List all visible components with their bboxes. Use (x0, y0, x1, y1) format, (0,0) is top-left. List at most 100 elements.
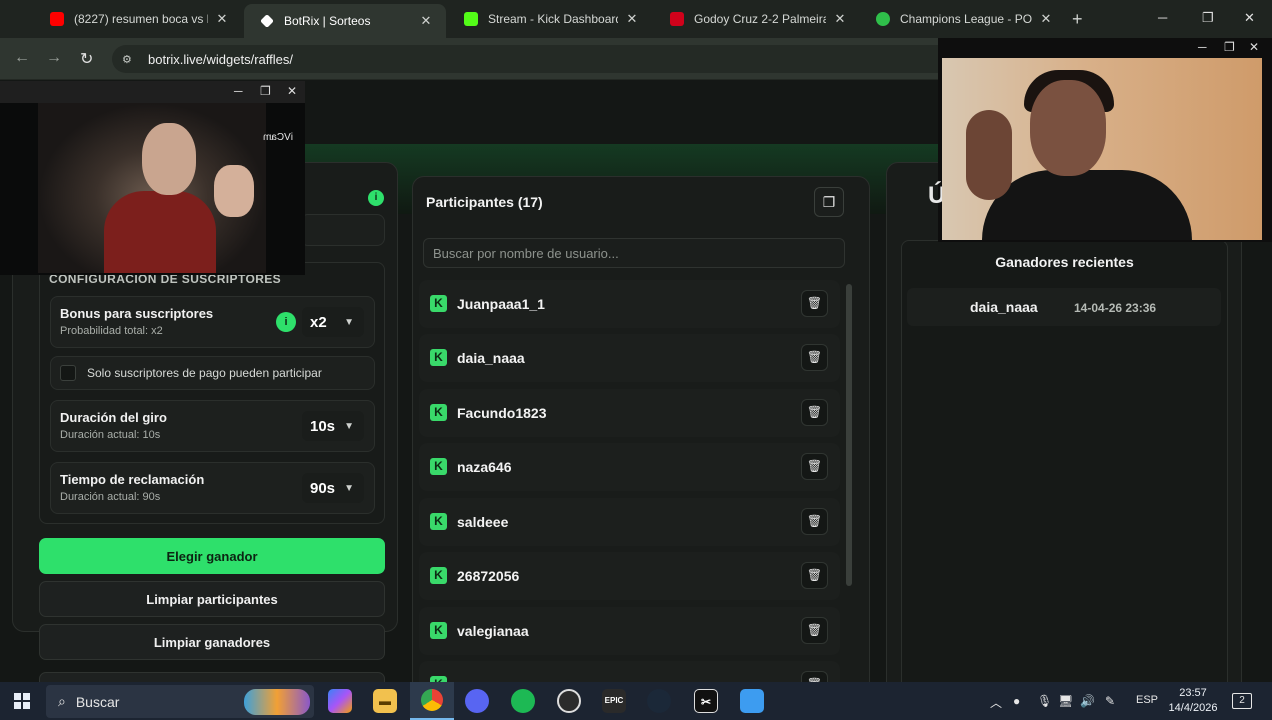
close-tab-icon[interactable]: ✕ (418, 13, 434, 29)
kick-icon: K (430, 458, 447, 475)
chrome-icon[interactable] (410, 682, 454, 720)
file-explorer-icon[interactable]: ▬ (373, 689, 397, 713)
trash-icon[interactable]: 🗑 (801, 344, 828, 371)
info-icon[interactable]: i (276, 312, 296, 332)
person-body (982, 170, 1192, 240)
participant-name: naza646 (457, 459, 512, 475)
settings-field[interactable] (300, 214, 385, 246)
trash-icon[interactable]: 🗑 (801, 671, 828, 682)
clock-date: 14/4/2026 (1168, 702, 1218, 714)
participant-name: valegianaa (457, 623, 529, 639)
epic-games-icon[interactable]: EPIC (602, 689, 626, 713)
new-tab-icon[interactable]: + (1072, 9, 1083, 30)
microphone-icon[interactable]: 🎙 (1037, 694, 1052, 708)
copilot-icon[interactable] (328, 689, 352, 713)
minimize-icon[interactable]: ─ (1158, 10, 1167, 25)
tab-news[interactable]: Godoy Cruz 2-2 Palmeiras (2 ✕ (654, 4, 860, 34)
back-icon[interactable]: ← (14, 49, 30, 67)
volume-icon[interactable]: 🔊 (1080, 694, 1095, 708)
claim-time-select[interactable]: 90s ▼ (302, 473, 364, 503)
tab-title: Stream - Kick Dashboard (488, 12, 618, 26)
taskbar-clock[interactable]: 23:57 14/4/2026 (1168, 686, 1218, 716)
taskbar-search-text: Buscar (75, 693, 120, 710)
copy-icon[interactable]: ❐ (814, 187, 844, 217)
close-window-icon[interactable]: ✕ (1244, 10, 1255, 26)
youtube-icon (50, 12, 64, 26)
tray-chevron-up-icon[interactable]: ︿ (990, 694, 1002, 711)
obs-icon[interactable] (557, 689, 581, 713)
trash-icon[interactable]: 🗑 (801, 399, 828, 426)
news-icon (670, 12, 684, 26)
minimize-icon[interactable]: ─ (1198, 40, 1207, 54)
language-indicator[interactable]: ESP (1136, 694, 1158, 706)
person-face (1030, 80, 1106, 176)
tab-title: Godoy Cruz 2-2 Palmeiras (2 (694, 12, 826, 26)
kick-icon: K (430, 404, 447, 421)
participant-item: K saldeee 🗑 (419, 498, 840, 546)
kick-icon: K (430, 295, 447, 312)
bonus-select[interactable]: x2 ▼ (302, 307, 364, 337)
close-tab-icon[interactable]: ✕ (214, 11, 230, 27)
trash-icon[interactable]: 🗑 (801, 508, 828, 535)
site-info-icon[interactable]: ⚙ (122, 53, 140, 66)
webcam-overlay-left: ─ ❐ ✕ iVCam (0, 81, 305, 275)
spin-duration-select[interactable]: 10s ▼ (302, 411, 364, 441)
reload-icon[interactable]: ↻ (80, 49, 93, 69)
trash-icon[interactable]: 🗑 (801, 562, 828, 589)
tab-kick[interactable]: Stream - Kick Dashboard ✕ (448, 4, 652, 34)
taskbar-search[interactable]: ⌕ Buscar (46, 685, 314, 718)
bonus-sub: Probabilidad total: x2 (60, 325, 163, 337)
participant-name: 26872056 (457, 568, 520, 584)
search-highlight-image (244, 689, 310, 715)
participant-item: K Juanpaaa1_1 🗑 (419, 280, 840, 328)
spotify-icon[interactable] (511, 689, 535, 713)
pick-winner-button[interactable]: Elegir ganador (39, 538, 385, 574)
webcam-watermark: iVCam (263, 132, 294, 143)
trash-icon[interactable]: 🗑 (801, 290, 828, 317)
only-paid-checkbox[interactable] (60, 365, 76, 381)
steam-icon[interactable] (647, 689, 671, 713)
only-paid-row: Solo suscriptores de pago pueden partici… (50, 356, 375, 390)
trash-icon[interactable]: 🗑 (801, 453, 828, 480)
claim-time-label: Tiempo de reclamación (60, 472, 205, 487)
tab-youtube[interactable]: (8227) resumen boca vs bar ✕ (34, 4, 242, 34)
restore-icon[interactable]: ❐ (1202, 10, 1214, 26)
pen-icon[interactable]: ✎ (1105, 694, 1115, 708)
app-icon[interactable] (740, 689, 764, 713)
person-hand (214, 165, 254, 217)
bonus-label: Bonus para suscriptores (60, 306, 214, 321)
capcut-icon[interactable]: ✂ (694, 689, 718, 713)
close-icon[interactable]: ✕ (287, 84, 297, 98)
clear-participants-button[interactable]: Limpiar participantes (39, 581, 385, 617)
clear-winners-button[interactable]: Limpiar ganadores (39, 624, 385, 660)
tab-botrix[interactable]: BotRix | Sorteos ✕ (244, 4, 446, 38)
participant-name: Facundo1823 (457, 405, 547, 421)
windows-start-icon[interactable] (14, 693, 30, 709)
participant-name: daia_naaa (457, 350, 525, 366)
close-tab-icon[interactable]: ✕ (1038, 11, 1054, 27)
url-field[interactable]: ⚙ botrix.live/widgets/raffles/ (112, 45, 952, 73)
participant-scrollbar[interactable] (846, 284, 852, 586)
more-button[interactable] (39, 672, 385, 682)
search-icon: ⌕ (58, 693, 66, 709)
trash-icon[interactable]: 🗑 (801, 617, 828, 644)
network-icon[interactable]: 🖥 (1058, 694, 1073, 708)
forward-icon[interactable]: → (46, 49, 62, 67)
minimize-icon[interactable]: ─ (234, 84, 243, 98)
restore-icon[interactable]: ❐ (1224, 40, 1235, 54)
kick-icon (464, 12, 478, 26)
discord-icon[interactable] (465, 689, 489, 713)
participant-search-input[interactable] (423, 238, 845, 268)
soccer-icon (876, 12, 890, 26)
winner-name: daia_naaa (970, 299, 1038, 315)
tab-champions[interactable]: Champions League - POSICI ✕ (860, 4, 1066, 34)
restore-icon[interactable]: ❐ (260, 84, 271, 98)
close-icon[interactable]: ✕ (1249, 40, 1259, 54)
tray-app-icon[interactable]: ● (1013, 694, 1020, 708)
participant-name: Juanpaaa1_1 (457, 296, 545, 312)
close-tab-icon[interactable]: ✕ (624, 11, 640, 27)
close-tab-icon[interactable]: ✕ (832, 11, 848, 27)
url-text: botrix.live/widgets/raffles/ (148, 51, 293, 67)
notifications-icon[interactable]: 2 (1232, 693, 1252, 709)
info-icon[interactable]: i (368, 190, 384, 206)
